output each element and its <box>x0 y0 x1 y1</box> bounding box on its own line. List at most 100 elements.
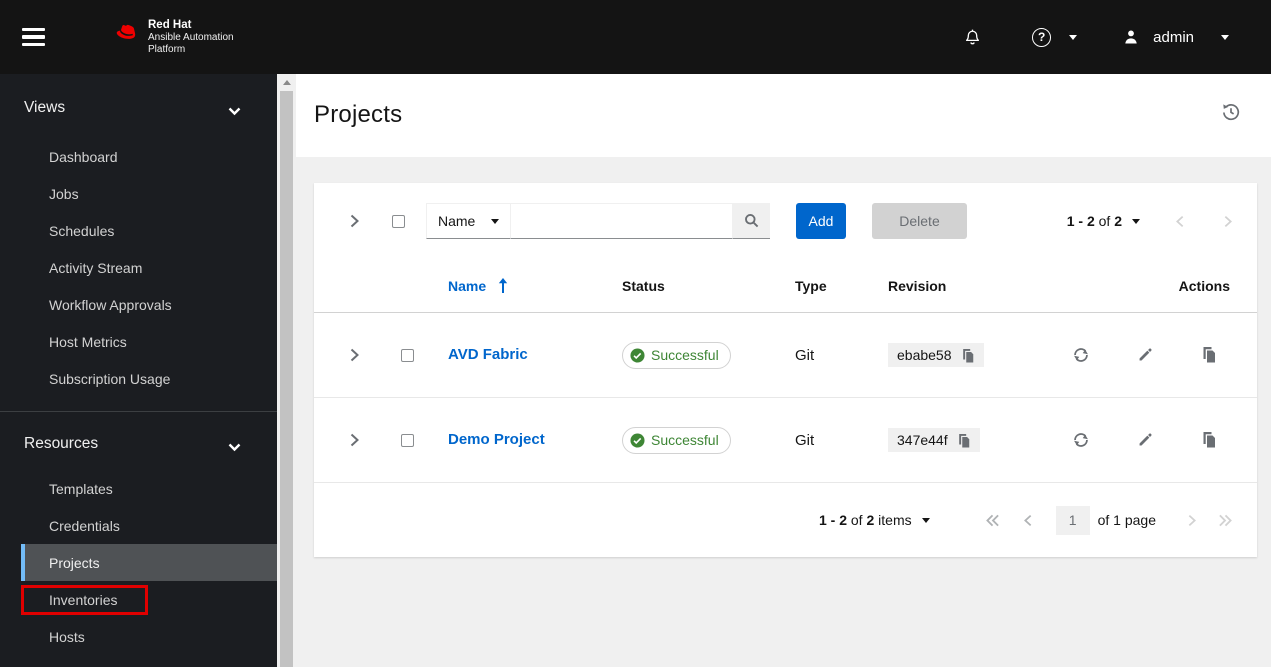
sidebar-item-label: Inventories <box>49 591 118 608</box>
filter-attribute-select[interactable]: Name <box>426 203 511 239</box>
pagination-menu-caret-icon[interactable] <box>921 517 930 523</box>
row-checkbox[interactable] <box>401 433 414 447</box>
help-question-icon[interactable]: ? <box>1032 27 1052 47</box>
pagination-range-text: 1 - 2 of 2 <box>1066 213 1122 229</box>
check-circle-icon <box>630 347 645 363</box>
sidebar-section-resources-label: Resources <box>24 435 99 452</box>
sidebar-item-inventories[interactable]: Inventories <box>21 581 277 618</box>
sort-ascending-arrow-icon <box>498 277 508 293</box>
project-type: Git <box>795 346 815 364</box>
history-icon[interactable] <box>1221 102 1241 122</box>
sidebar-item-projects[interactable]: Projects <box>21 544 277 581</box>
brand-logo: Red Hat Ansible Automation Platform <box>110 19 234 55</box>
sidebar-item-label: Schedules <box>49 222 115 239</box>
sidebar-section-resources[interactable]: Resources <box>0 426 277 462</box>
sidebar-section-views-label: Views <box>24 99 66 116</box>
sidebar-item-workflow-approvals[interactable]: Workflow Approvals <box>21 286 277 323</box>
next-page-chevron-icon[interactable] <box>1224 215 1232 228</box>
sidebar-item-templates[interactable]: Templates <box>21 470 277 507</box>
sidebar-item-credentials[interactable]: Credentials <box>21 507 277 544</box>
chevron-down-icon <box>228 439 241 457</box>
projects-list-card: Name Add Delete 1 - 2 of 2 Name Status T… <box>314 183 1257 557</box>
sidebar-item-host-metrics[interactable]: Host Metrics <box>21 323 277 360</box>
scrollbar-up-arrow-icon[interactable] <box>277 74 296 91</box>
column-header-actions: Actions <box>1178 277 1230 294</box>
row-checkbox[interactable] <box>401 348 414 362</box>
user-avatar-icon <box>1123 29 1139 45</box>
sidebar-nav: Views Dashboard Jobs Schedules Activity … <box>0 74 277 667</box>
copy-revision-icon[interactable] <box>957 433 971 448</box>
delete-button[interactable]: Delete <box>872 203 967 239</box>
copy-project-icon[interactable] <box>1201 431 1217 449</box>
copy-project-icon[interactable] <box>1201 346 1217 364</box>
sidebar-item-label: Subscription Usage <box>49 370 171 387</box>
top-pagination: 1 - 2 of 2 <box>1067 213 1232 229</box>
pagination-menu-caret-icon[interactable] <box>1132 218 1140 224</box>
sidebar-item-subscription-usage[interactable]: Subscription Usage <box>21 360 277 397</box>
scrollbar-thumb[interactable] <box>280 91 293 667</box>
user-menu-caret-icon[interactable] <box>1221 34 1229 40</box>
sidebar-scrollbar[interactable] <box>277 74 296 667</box>
project-name-link[interactable]: Demo Project <box>448 431 545 448</box>
last-page-double-chevron-icon[interactable] <box>1218 514 1232 527</box>
row-expand-chevron-icon[interactable] <box>338 348 370 362</box>
sidebar-divider <box>0 411 277 412</box>
select-all-checkbox[interactable] <box>392 214 405 228</box>
sync-project-icon[interactable] <box>1072 431 1090 449</box>
bottom-pagination: 1 - 2 of 2 items of 1 page <box>314 483 1257 557</box>
row-expand-chevron-icon[interactable] <box>338 433 370 447</box>
search-button[interactable] <box>733 203 770 239</box>
notifications-bell-icon[interactable] <box>964 28 981 46</box>
sidebar-item-schedules[interactable]: Schedules <box>21 212 277 249</box>
previous-page-chevron-icon[interactable] <box>1023 514 1032 527</box>
sync-project-icon[interactable] <box>1072 346 1090 364</box>
add-button[interactable]: Add <box>796 203 846 239</box>
brand-line-3: Platform <box>148 43 186 55</box>
column-header-revision[interactable]: Revision <box>888 278 1067 294</box>
table-header-row: Name Status Type Revision Actions <box>314 259 1257 313</box>
revision-value: ebabe58 <box>897 347 952 363</box>
table-row: Demo Project Successful Git 347e44f <box>314 398 1257 483</box>
sidebar-item-label: Templates <box>49 480 113 497</box>
next-page-chevron-icon[interactable] <box>1188 514 1196 527</box>
edit-project-pencil-icon[interactable] <box>1137 431 1154 449</box>
expand-all-chevron-icon[interactable] <box>338 205 370 237</box>
caret-down-icon <box>491 218 499 224</box>
nav-toggle-hamburger-icon[interactable] <box>22 16 68 58</box>
help-dropdown-caret-icon[interactable] <box>1069 34 1078 40</box>
first-page-double-chevron-icon[interactable] <box>985 514 1000 527</box>
column-header-type[interactable]: Type <box>795 278 888 294</box>
sidebar-item-activity-stream[interactable]: Activity Stream <box>21 249 277 286</box>
status-badge[interactable]: Successful <box>622 426 731 454</box>
column-header-status[interactable]: Status <box>622 278 795 294</box>
red-hat-logo-icon <box>110 24 140 51</box>
status-badge[interactable]: Successful <box>622 341 731 369</box>
copy-revision-icon[interactable] <box>961 348 975 363</box>
column-header-name[interactable]: Name <box>448 277 622 294</box>
sidebar-item-label: Host Metrics <box>49 333 127 350</box>
current-page-input[interactable] <box>1055 505 1090 535</box>
status-label: Successful <box>651 347 719 363</box>
sidebar-item-label: Activity Stream <box>49 259 143 276</box>
sidebar-item-label: Jobs <box>49 185 79 202</box>
sidebar-item-label: Credentials <box>49 517 120 534</box>
sidebar-item-hosts[interactable]: Hosts <box>21 618 277 655</box>
page-title: Projects <box>314 101 403 128</box>
project-name-link[interactable]: AVD Fabric <box>448 346 528 363</box>
brand-line-2: Ansible Automation <box>148 32 234 44</box>
sidebar-item-dashboard[interactable]: Dashboard <box>21 138 277 175</box>
sidebar-item-jobs[interactable]: Jobs <box>21 175 277 212</box>
filter-selected-label: Name <box>438 213 476 229</box>
page-of-label: of 1 page <box>1097 512 1156 528</box>
pagination-items-text: 1 - 2 of 2 items <box>818 512 912 528</box>
page-header: Projects <box>296 74 1271 157</box>
list-toolbar: Name Add Delete 1 - 2 of 2 <box>314 183 1257 259</box>
status-label: Successful <box>651 432 719 448</box>
search-input[interactable] <box>511 203 733 239</box>
username-label: admin <box>1153 28 1194 46</box>
table-row: AVD Fabric Successful Git ebabe58 <box>314 313 1257 398</box>
previous-page-chevron-icon[interactable] <box>1176 215 1184 228</box>
sidebar-item-label: Dashboard <box>49 148 118 165</box>
edit-project-pencil-icon[interactable] <box>1137 346 1154 364</box>
sidebar-section-views[interactable]: Views <box>0 90 277 126</box>
